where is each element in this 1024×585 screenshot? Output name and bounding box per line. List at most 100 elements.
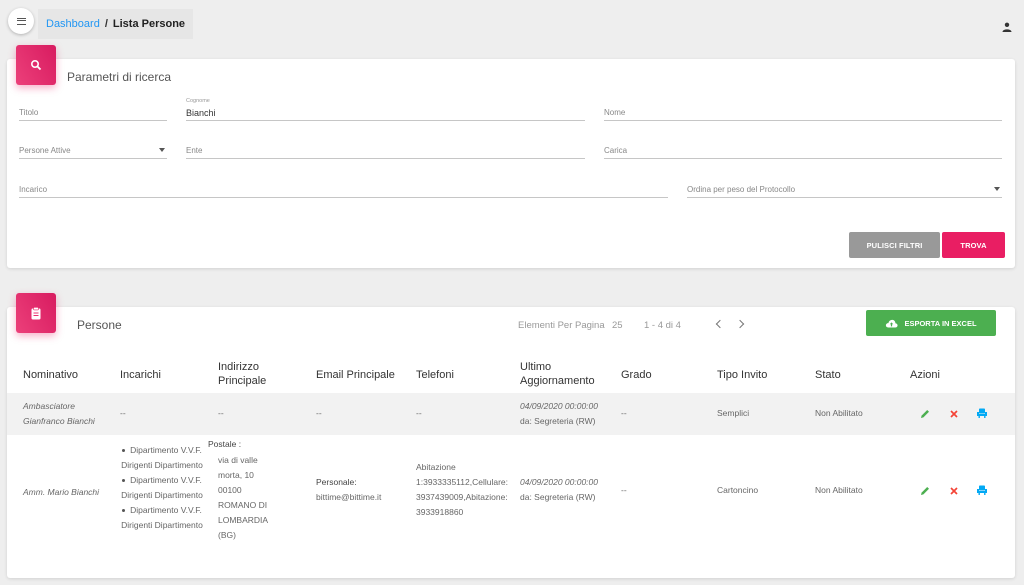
list-item: Dipartimento V.V.F. Dirigenti Dipartiment… (107, 503, 217, 533)
nome-label: Nome (604, 108, 626, 117)
col-tipo-invito: Tipo Invito (717, 369, 768, 381)
row-grado: -- (621, 408, 627, 418)
seat-icon[interactable] (976, 407, 988, 419)
persone-attive-select[interactable]: Persone Attive (19, 139, 167, 159)
clipboard-icon (31, 306, 41, 319)
row-nominativo: Amm. Mario Bianchi (23, 487, 100, 497)
address-line: ROMANO DI (218, 500, 268, 510)
row-incarichi: -- (120, 408, 126, 418)
people-list-card: Persone Elementi Per Pagina 25 1 - 4 di … (7, 293, 1015, 578)
breadcrumb-dashboard-link[interactable]: Dashboard (46, 18, 100, 30)
seat-icon[interactable] (976, 484, 988, 496)
titolo-label: Titolo (19, 108, 39, 117)
chevron-right-icon[interactable] (735, 319, 745, 329)
address-line: morta, 10 (218, 470, 254, 480)
carica-label: Carica (604, 146, 628, 155)
ente-label: Ente (186, 146, 203, 155)
incarico-ruolo: Dirigenti Dipartimento (121, 460, 203, 470)
col-azioni: Azioni (910, 369, 940, 381)
edit-icon[interactable] (919, 485, 931, 497)
chevron-down-icon (994, 187, 1000, 191)
address-line: LOMBARDIA (218, 515, 269, 525)
menu-icon (16, 17, 26, 25)
incarico-ruolo: Dirigenti Dipartimento (121, 490, 203, 500)
row-data: 04/09/2020 00:00:00 (520, 401, 598, 411)
phone-line: 3937439009,Abitazione: (416, 492, 508, 502)
phone-line: 3933918860 (416, 507, 464, 517)
search-card-header-icon (16, 45, 56, 85)
row-data: 04/09/2020 00:00:00 (520, 477, 598, 487)
list-item: Dipartimento V.V.F. Dirigenti Dipartiment… (107, 443, 217, 473)
address-line: via di valle (218, 455, 258, 465)
row-updated-by: da: Segreteria (RW) (520, 492, 596, 502)
nome-field[interactable]: Nome (604, 101, 1002, 121)
col-email: Email Principale (316, 369, 395, 381)
page-range: 1 - 4 di 4 (644, 320, 681, 331)
row-email: -- (316, 408, 322, 418)
incarico-label: Incarico (19, 185, 48, 194)
incarico-ente: Dipartimento V.V.F. (130, 475, 202, 485)
row-telefoni: -- (416, 408, 422, 418)
menu-button[interactable] (8, 8, 34, 34)
incarico-ruolo: Dirigenti Dipartimento (121, 520, 203, 530)
cognome-label: Cognome (186, 98, 210, 104)
carica-field[interactable]: Carica (604, 139, 1002, 159)
clear-filters-button[interactable]: PULISCI FILTRI (849, 232, 940, 258)
edit-icon[interactable] (919, 408, 931, 420)
row-updated-by: da: Segreteria (RW) (520, 416, 596, 426)
titolo-field[interactable]: Titolo (19, 101, 167, 121)
ordina-label: Ordina per peso del Protocollo (687, 185, 796, 194)
row-incarichi-list: Dipartimento V.V.F. Dirigenti Dipartiment… (107, 443, 217, 533)
row-stato: Non Abilitato (815, 408, 863, 418)
row-indirizzo: via di valle morta, 10 00100 ROMANO DI L… (218, 453, 268, 543)
find-button[interactable]: TROVA (942, 232, 1005, 258)
export-excel-button[interactable]: ESPORTA IN EXCEL (866, 310, 996, 336)
delete-icon[interactable] (948, 485, 960, 497)
breadcrumb-current: Lista Persone (112, 18, 186, 30)
list-card-title: Persone (77, 318, 122, 332)
row-indirizzo: -- (218, 408, 224, 418)
breadcrumb: Dashboard / Lista Persone (38, 9, 194, 39)
search-card: Parametri di ricerca Titolo Cognome Bian… (7, 45, 1015, 268)
per-page-label: Elementi Per Pagina (518, 320, 605, 331)
address-line: (BG) (218, 530, 236, 540)
bullet-icon (122, 449, 126, 453)
bullet-icon (122, 509, 126, 513)
export-excel-label: ESPORTA IN EXCEL (904, 318, 977, 328)
user-icon[interactable] (1002, 22, 1012, 32)
cognome-value: Bianchi (186, 108, 216, 118)
table-row: Ambasciatore Gianfranco Bianchi -- -- --… (7, 393, 1015, 435)
per-page-select[interactable]: 25 (612, 320, 623, 331)
row-indirizzo-label: Postale : (208, 439, 242, 449)
table-row: Amm. Mario Bianchi Dipartimento V.V.F. Di… (7, 435, 1015, 548)
search-icon (30, 59, 42, 71)
ente-field[interactable]: Ente (186, 139, 585, 159)
search-card-title: Parametri di ricerca (67, 70, 172, 84)
row-stato: Non Abilitato (815, 485, 863, 495)
row-telefoni: Abitazione 1:3933335112,Cellulare: 39374… (416, 460, 508, 520)
chevron-left-icon[interactable] (715, 319, 725, 329)
persone-attive-label: Persone Attive (19, 146, 71, 155)
row-tipo-invito: Semplici (717, 408, 750, 418)
phone-line: 1:3933335112,Cellulare: (416, 477, 508, 487)
col-nominativo: Nominativo (23, 369, 79, 381)
address-line: 00100 (218, 485, 242, 495)
delete-icon[interactable] (948, 408, 960, 420)
row-nominativo: Ambasciatore Gianfranco Bianchi (23, 401, 95, 426)
ordina-select[interactable]: Ordina per peso del Protocollo (687, 178, 1002, 198)
incarico-field[interactable]: Incarico (19, 178, 668, 198)
col-stato: Stato (815, 369, 841, 381)
incarico-ente: Dipartimento V.V.F. (130, 445, 202, 455)
list-card-header-icon (16, 293, 56, 333)
col-incarichi: Incarichi (120, 369, 161, 381)
bullet-icon (122, 479, 126, 483)
phone-line: Abitazione (416, 462, 456, 472)
cognome-field[interactable]: Cognome Bianchi (186, 98, 585, 121)
row-email-label: Personale: (316, 477, 357, 487)
col-grado: Grado (621, 369, 652, 381)
col-indirizzo: Indirizzo Principale (218, 361, 267, 387)
col-telefoni: Telefoni (416, 369, 454, 381)
incarico-ente: Dipartimento V.V.F. (130, 505, 202, 515)
cloud-upload-icon (886, 319, 899, 327)
row-email: bittime@bittime.it (316, 492, 382, 502)
